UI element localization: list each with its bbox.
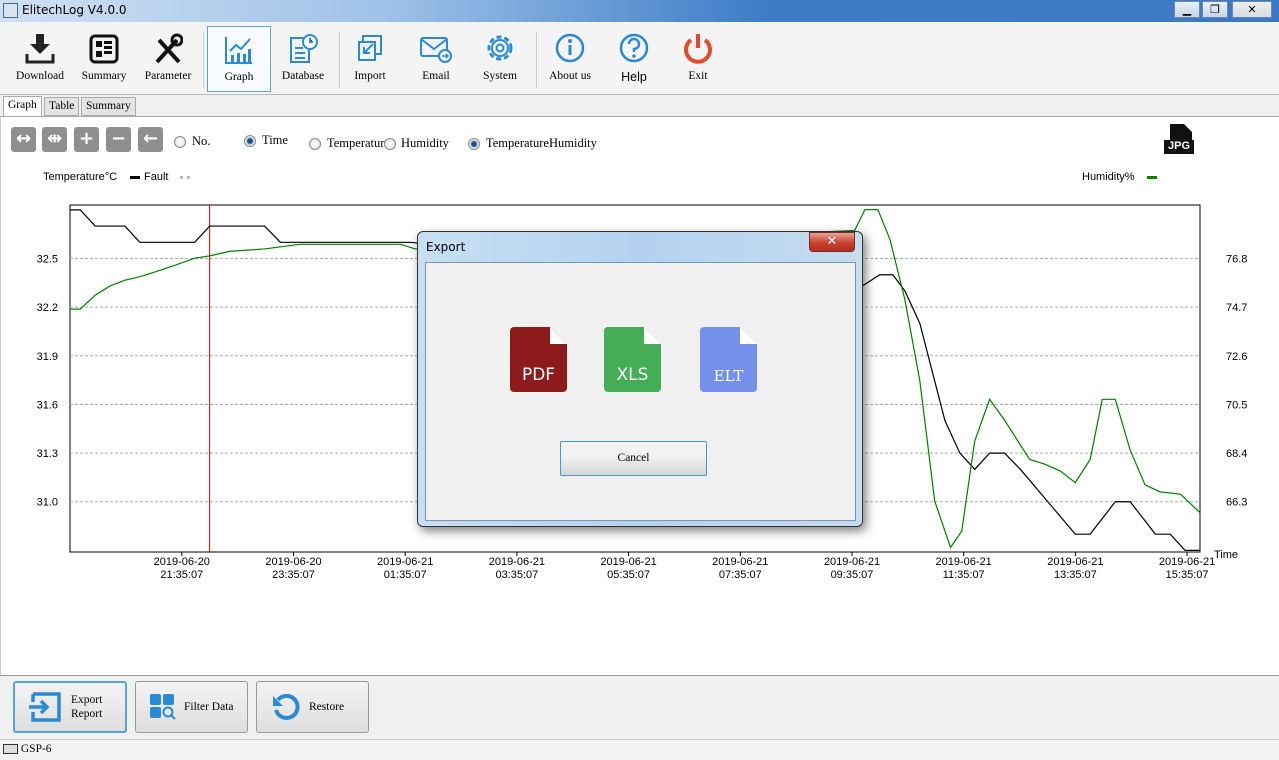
elt-label: ELT [713,367,744,385]
restore-button[interactable]: Restore [256,681,369,733]
x-tick-label: 2019-06-21 03:35:07 [489,556,545,581]
filter-data-button[interactable]: Filter Data [135,681,248,733]
y-left-tick-label: 32.5 [37,254,58,266]
y-right-tick-label: 68.4 [1226,448,1247,460]
pdf-label: PDF [521,365,556,385]
restore-label: Restore [309,701,345,713]
x-tick-label: 2019-06-21 13:35:07 [1047,556,1103,581]
x-tick-label: 2019-06-21 11:35:07 [936,556,992,581]
export-report-button[interactable]: Export Report [13,681,127,733]
y-right-tick-label: 70.5 [1226,399,1247,411]
cancel-button[interactable]: Cancel [560,441,707,476]
y-left-tick-label: 31.9 [37,351,58,363]
x-tick-label: 2019-06-20 21:35:07 [154,556,210,581]
y-left-tick-label: 31.0 [37,497,58,509]
export-report-label: Export Report [71,694,103,720]
x-axis-label: Time [1214,549,1238,561]
y-left-tick-label: 31.3 [37,448,58,460]
filter-icon [150,694,176,720]
y-right-tick-label: 72.6 [1226,351,1247,363]
x-tick-label: 2019-06-21 15:35:07 [1159,556,1215,581]
y-left-tick-label: 31.6 [37,399,58,411]
restore-icon [273,693,300,720]
export-icon [29,692,61,722]
filter-data-label: Filter Data [184,701,234,713]
dialog-body: PDF XLS ELT Cancel [425,262,856,521]
xls-label: XLS [616,365,649,385]
export-pdf-button[interactable]: PDF [510,327,567,392]
x-tick-label: 2019-06-20 23:35:07 [265,556,321,581]
export-xls-button[interactable]: XLS [604,327,661,392]
device-name: GSP-6 [20,743,52,755]
export-dialog: Export ✕ PDF XLS ELT Cancel [417,231,863,527]
dialog-close-button[interactable]: ✕ [809,232,855,252]
x-tick-label: 2019-06-21 09:35:07 [824,556,880,581]
y-right-tick-label: 66.3 [1226,497,1247,509]
x-tick-label: 2019-06-21 01:35:07 [377,556,433,581]
y-right-tick-label: 74.7 [1226,302,1247,314]
status-bar: GSP-6 [0,739,1279,760]
y-left-tick-label: 32.2 [37,302,58,314]
y-right-tick-label: 76.8 [1226,254,1247,266]
x-tick-label: 2019-06-21 07:35:07 [712,556,768,581]
x-tick-label: 2019-06-21 05:35:07 [600,556,656,581]
dialog-title: Export [426,240,466,254]
export-elt-button[interactable]: ELT [700,327,757,392]
device-icon [3,744,18,755]
